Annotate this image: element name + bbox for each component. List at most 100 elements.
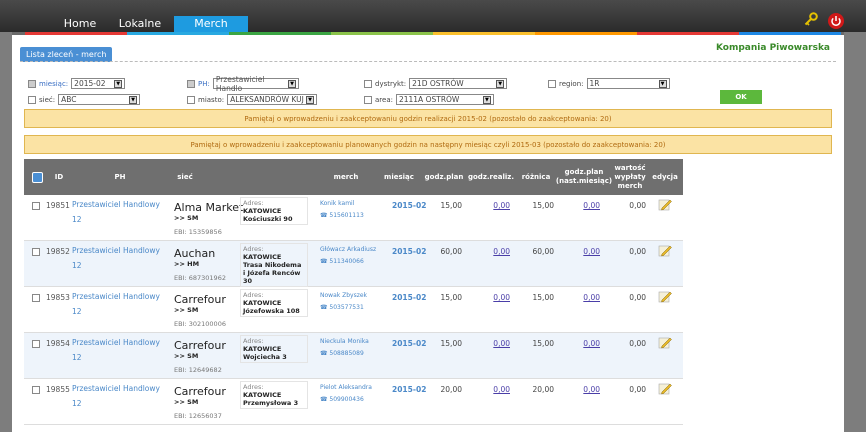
region-select[interactable]: 1R ▼ — [586, 78, 670, 89]
row-godz-plan-next[interactable]: 0,00 — [556, 339, 600, 348]
merch-name[interactable]: Główacz Arkadiusz — [320, 246, 380, 253]
siec-select[interactable]: ABC ▼ — [58, 94, 141, 105]
ph-checkbox[interactable] — [187, 79, 195, 88]
row-ph[interactable]: Przestawiciel Handlowy 12 — [72, 381, 170, 411]
row-godz-plan: 20,00 — [440, 385, 462, 394]
edit-pencil-icon[interactable] — [658, 290, 672, 305]
table-row[interactable]: 19853 Przestawiciel Handlowy 12 Carrefour >… — [24, 287, 683, 333]
row-id: 19854 — [46, 339, 70, 348]
chevron-down-icon: ▼ — [306, 95, 315, 104]
row-id: 19855 — [46, 385, 70, 394]
merch-name[interactable]: Pielot Aleksandra — [320, 384, 380, 391]
region-checkbox[interactable] — [548, 79, 556, 88]
row-wartosc: 0,00 — [629, 247, 646, 256]
edit-pencil-icon[interactable] — [658, 244, 672, 259]
row-ph[interactable]: Przestawiciel Handlowy 12 — [72, 243, 170, 273]
row-godz-realiz[interactable]: 0,00 — [466, 201, 510, 210]
region-value: 1R — [589, 79, 600, 88]
row-godz-realiz[interactable]: 0,00 — [466, 339, 510, 348]
row-ph[interactable]: Przestawiciel Handlowy 12 — [72, 289, 170, 319]
row-checkbox[interactable] — [32, 294, 40, 302]
row-godz-plan-next[interactable]: 0,00 — [556, 293, 600, 302]
table-row[interactable]: 19855 Przestawiciel Handlowy 12 Carrefour >… — [24, 379, 683, 425]
area-select[interactable]: 2111A OSTRÓW ▼ — [395, 94, 494, 105]
row-godz-plan-next[interactable]: 0,00 — [556, 247, 600, 256]
col-godz-plan-next[interactable]: godz.plan (nast.miesiąc) — [556, 159, 612, 195]
miesiac-checkbox[interactable] — [28, 79, 36, 88]
miasto-select[interactable]: ALEKSANDRÓW KUJ ▼ — [227, 94, 318, 105]
shop-type: >> SM — [174, 398, 199, 406]
edit-pencil-icon[interactable] — [658, 382, 672, 397]
company-name: Kompania Piwowarska — [715, 43, 830, 53]
shop-type: >> HM — [174, 260, 200, 268]
power-icon[interactable] — [828, 12, 844, 29]
siec-label: sieć: — [39, 95, 56, 104]
edit-pencil-icon[interactable] — [658, 198, 672, 213]
ph-select[interactable]: Przestawiciel Handlo ▼ — [212, 75, 299, 93]
shop-ebi: EBI: 302100006 — [174, 320, 226, 328]
filter-miasto: miasto: ALEKSANDRÓW KUJ ▼ — [187, 94, 318, 105]
col-godz-plan[interactable]: godz.plan — [422, 159, 466, 195]
table-row[interactable]: 19852 Przestawiciel Handlowy 12 Auchan >> H… — [24, 241, 683, 287]
col-wartosc[interactable]: wartość wypłaty merch — [612, 159, 648, 195]
col-ph[interactable]: PH — [70, 159, 170, 195]
notice-planned: Pamiętaj o wprowadzeniu i zaakceptowaniu… — [24, 135, 832, 154]
row-roznica: 20,00 — [532, 385, 554, 394]
chevron-down-icon: ▼ — [114, 79, 123, 88]
right-border — [844, 32, 866, 432]
siec-checkbox[interactable] — [28, 95, 36, 104]
notice-realization: Pamiętaj o wprowadzeniu i zaakceptowaniu… — [24, 109, 832, 128]
area-checkbox[interactable] — [364, 95, 372, 104]
address-box: Adres: KATOWICE Przemysłowa 3 — [240, 381, 308, 409]
edit-pencil-icon[interactable] — [658, 336, 672, 351]
merch-name[interactable]: Konik kamil — [320, 200, 380, 207]
address-city: KATOWICE — [243, 345, 282, 353]
select-all-icon[interactable] — [26, 159, 48, 195]
row-godz-plan-next[interactable]: 0,00 — [556, 201, 600, 210]
col-siec[interactable]: sieć — [170, 159, 200, 195]
col-godz-realiz[interactable]: godz.realiz. — [466, 159, 516, 195]
tab-merch[interactable]: Merch — [174, 16, 248, 32]
miasto-checkbox[interactable] — [187, 95, 195, 104]
table-row[interactable]: 19851 Przestawiciel Handlowy 12 Alma Marke… — [24, 195, 683, 241]
miesiac-value: 2015-02 — [74, 79, 106, 88]
address-street: Trasa Nikodema i Józefa Renców 30 — [243, 261, 302, 285]
row-id: 19852 — [46, 247, 70, 256]
key-icon[interactable] — [804, 12, 818, 29]
address-label: Adres: — [243, 383, 264, 391]
address-label: Adres: — [243, 291, 264, 299]
row-godz-plan-next[interactable]: 0,00 — [556, 385, 600, 394]
address-city: KATOWICE — [243, 391, 282, 399]
row-checkbox[interactable] — [32, 202, 40, 210]
merch-phone: 511340066 — [329, 258, 364, 265]
dystrykt-checkbox[interactable] — [364, 79, 372, 88]
tab-lokalne[interactable]: Lokalne — [104, 16, 176, 32]
area-label: area: — [375, 95, 393, 104]
dystrykt-select[interactable]: 21D OSTRÓW ▼ — [409, 78, 508, 89]
col-miesiac[interactable]: miesiąc — [376, 159, 422, 195]
row-godz-realiz[interactable]: 0,00 — [466, 385, 510, 394]
ok-button[interactable]: OK — [720, 90, 762, 104]
row-checkbox[interactable] — [32, 248, 40, 256]
row-ph[interactable]: Przestawiciel Handlowy 12 — [72, 197, 170, 227]
merch-name[interactable]: Nowak Zbyszek — [320, 292, 380, 299]
col-id[interactable]: ID — [48, 159, 70, 195]
col-roznica[interactable]: różnica — [516, 159, 556, 195]
row-ph[interactable]: Przestawiciel Handlowy 12 — [72, 335, 170, 365]
shop-ebi: EBI: 12649682 — [174, 366, 222, 374]
col-edycja[interactable]: edycja — [648, 159, 682, 195]
miesiac-select[interactable]: 2015-02 ▼ — [71, 78, 126, 89]
table-row[interactable]: 19854 Przestawiciel Handlowy 12 Carrefour >… — [24, 333, 683, 379]
col-merch[interactable]: merch — [316, 159, 376, 195]
row-godz-realiz[interactable]: 0,00 — [466, 247, 510, 256]
filter-siec: sieć: ABC ▼ — [28, 94, 141, 105]
merch-name[interactable]: Nieckula Monika — [320, 338, 380, 345]
dystrykt-label: dystrykt: — [375, 79, 407, 88]
address-street: Przemysłowa 3 — [243, 399, 299, 407]
filter-area: area: 2111A OSTRÓW ▼ — [364, 94, 494, 105]
row-godz-realiz[interactable]: 0,00 — [466, 293, 510, 302]
region-label: region: — [559, 79, 584, 88]
orders-list-tab[interactable]: Lista zleceń - merch — [20, 47, 113, 62]
row-checkbox[interactable] — [32, 386, 40, 394]
row-checkbox[interactable] — [32, 340, 40, 348]
